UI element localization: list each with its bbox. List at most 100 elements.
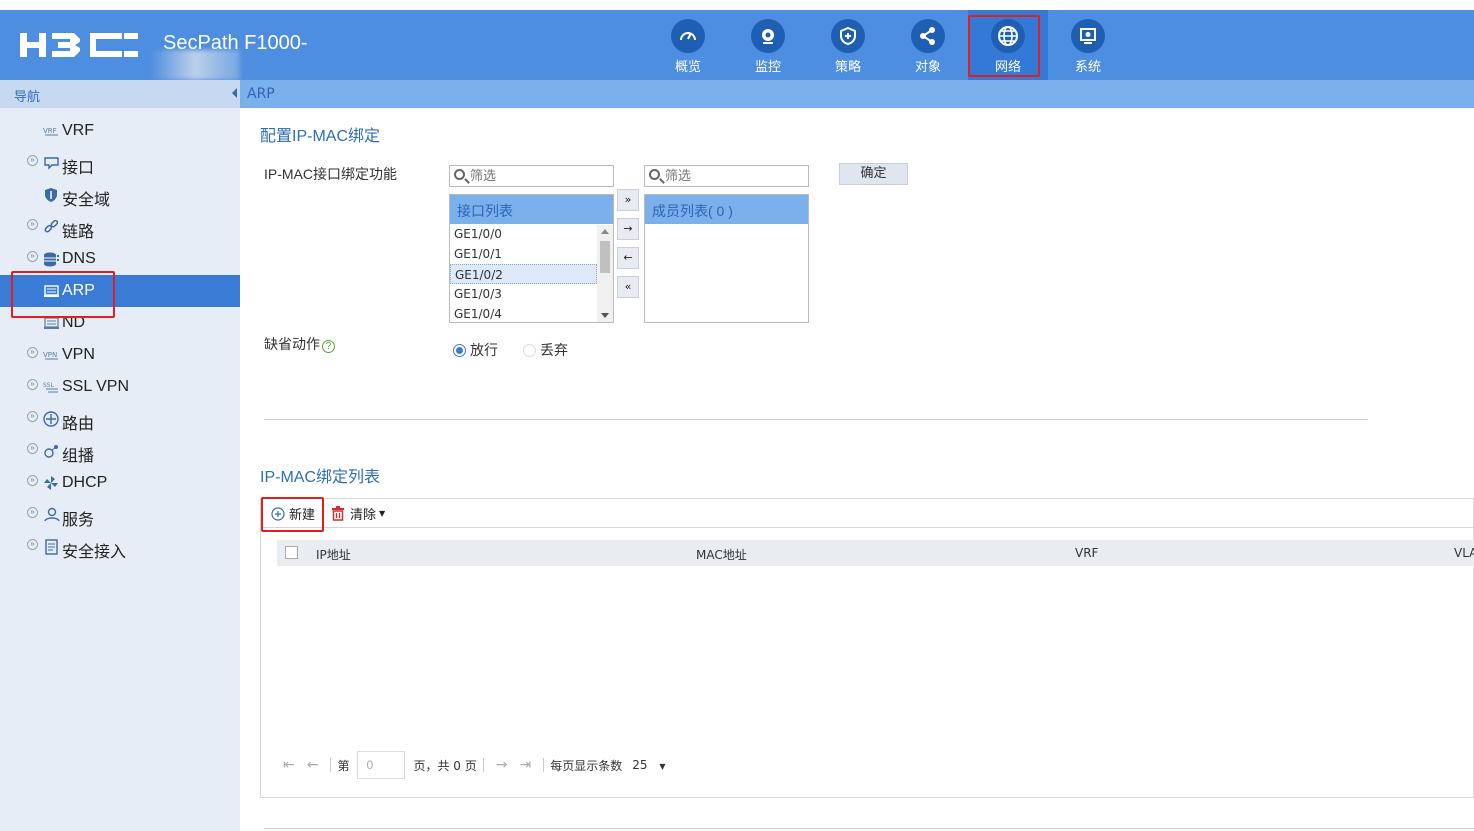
caret-down-icon: ▼ bbox=[379, 509, 386, 518]
listbox-scrollbar[interactable] bbox=[597, 225, 613, 322]
sidebar-item-dns[interactable]: » DNS bbox=[0, 243, 240, 275]
sidebar-item-label: 链路 bbox=[62, 224, 95, 241]
radio-drop[interactable]: 丢弃 bbox=[523, 340, 568, 360]
sidebar-item-vpn[interactable]: » VPN VPN bbox=[0, 339, 240, 371]
expand-icon[interactable]: » bbox=[27, 411, 38, 422]
dhcp-icon bbox=[44, 476, 58, 490]
share-icon bbox=[920, 27, 935, 45]
move-right-button[interactable]: → bbox=[617, 218, 639, 240]
page-number-input[interactable] bbox=[357, 751, 406, 779]
radio-permit[interactable]: 放行 bbox=[453, 340, 498, 360]
list-item[interactable]: GE1/0/0 bbox=[450, 224, 597, 244]
sidebar-item-label: 安全域 bbox=[62, 192, 111, 209]
per-page-select[interactable]: 25 ▼ bbox=[632, 758, 665, 772]
nav-monitor[interactable]: 监控 bbox=[728, 10, 808, 80]
page-suffix: 页，共 0 页 bbox=[413, 758, 477, 773]
sidebar-item-link[interactable]: » 链路 bbox=[0, 211, 240, 243]
sidebar-item-service[interactable]: » 服务 bbox=[0, 499, 240, 531]
main-content: 配置IP-MAC绑定 IP-MAC接口绑定功能 确定 接口列表 GE1/0/0 … bbox=[240, 108, 1474, 831]
expand-icon[interactable]: » bbox=[27, 475, 38, 486]
sidebar-item-dhcp[interactable]: » DHCP bbox=[0, 467, 240, 499]
move-all-right-button[interactable]: » bbox=[617, 189, 639, 211]
ok-button[interactable]: 确定 bbox=[839, 163, 908, 185]
scroll-down-icon[interactable] bbox=[601, 313, 609, 318]
redacted-area bbox=[150, 50, 240, 80]
sidebar-item-ssl-vpn[interactable]: » SSL SSL VPN bbox=[0, 371, 240, 403]
interface-filter-input[interactable] bbox=[470, 167, 610, 185]
nav-label: 对象 bbox=[914, 60, 941, 75]
svg-text:SSL: SSL bbox=[43, 382, 55, 389]
system-icon bbox=[1080, 28, 1096, 44]
radio-unchecked-icon[interactable] bbox=[523, 343, 536, 357]
expand-icon[interactable]: » bbox=[27, 155, 38, 166]
nav-system[interactable]: 系统 bbox=[1048, 10, 1128, 80]
select-all-checkbox[interactable] bbox=[285, 546, 298, 559]
nav-network[interactable]: 网络 bbox=[968, 10, 1048, 80]
expand-icon[interactable]: » bbox=[27, 507, 38, 518]
next-page-icon[interactable]: → bbox=[496, 757, 508, 773]
nav-overview[interactable]: 概览 bbox=[648, 10, 728, 80]
first-page-icon[interactable]: ⇤ bbox=[283, 757, 295, 773]
expand-icon[interactable]: » bbox=[27, 379, 38, 390]
binding-function-label: IP-MAC接口绑定功能 bbox=[264, 166, 397, 182]
sidebar-item-label: 路由 bbox=[62, 416, 95, 433]
sidebar-item-secure-access[interactable]: » 安全接入 bbox=[0, 531, 240, 563]
expand-icon[interactable]: » bbox=[27, 539, 38, 550]
radio-label: 丢弃 bbox=[540, 342, 568, 358]
member-list-header: 成员列表( 0 ) bbox=[645, 195, 808, 224]
nav-object[interactable]: 对象 bbox=[888, 10, 968, 80]
sidebar-item-multicast[interactable]: » 组播 bbox=[0, 435, 240, 467]
help-icon[interactable]: ? bbox=[322, 340, 335, 353]
secure-access-icon bbox=[45, 539, 58, 555]
new-button-label: 新建 bbox=[289, 508, 316, 523]
sidebar-item-label: DNS bbox=[62, 250, 96, 267]
radio-checked-icon[interactable] bbox=[453, 343, 466, 357]
list-item[interactable]: GE1/0/1 bbox=[450, 244, 597, 264]
list-item[interactable]: GE1/0/4 bbox=[450, 304, 597, 324]
sidebar-item-interface[interactable]: » 接口 bbox=[0, 147, 240, 179]
link-icon bbox=[44, 219, 59, 233]
routing-icon bbox=[43, 411, 59, 427]
scroll-up-icon[interactable] bbox=[601, 229, 609, 234]
vpn-icon: VPN bbox=[43, 351, 58, 360]
arp-icon bbox=[44, 285, 59, 297]
last-page-icon[interactable]: ⇥ bbox=[519, 757, 531, 773]
prev-page-icon[interactable]: ← bbox=[307, 757, 319, 773]
column-header-mac[interactable]: MAC地址 bbox=[696, 546, 747, 563]
multicast-icon bbox=[44, 445, 58, 458]
expand-icon[interactable]: » bbox=[27, 219, 38, 230]
interface-filter bbox=[449, 165, 614, 187]
sidebar-item-vrf[interactable]: VRF VRF bbox=[0, 115, 240, 147]
clear-button[interactable]: 清除 ▼ bbox=[331, 504, 385, 523]
sidebar-item-arp[interactable]: ARP bbox=[0, 275, 240, 307]
default-action-label: 缺省动作? bbox=[264, 334, 335, 354]
member-filter bbox=[644, 165, 809, 187]
list-item[interactable]: GE1/0/2 bbox=[450, 264, 597, 284]
move-left-button[interactable]: ← bbox=[617, 247, 639, 269]
sidebar-item-security-zone[interactable]: 安全域 bbox=[0, 179, 240, 211]
expand-icon[interactable]: » bbox=[27, 443, 38, 454]
interface-list-header: 接口列表 bbox=[450, 195, 613, 224]
expand-icon[interactable]: » bbox=[27, 251, 38, 262]
collapse-sidebar-icon[interactable] bbox=[232, 88, 237, 98]
column-header-ip[interactable]: IP地址 bbox=[316, 546, 351, 563]
sidebar-item-label: VRF bbox=[62, 122, 94, 139]
monitor-icon bbox=[762, 29, 774, 44]
new-button[interactable]: 新建 bbox=[271, 504, 315, 523]
pager-separator bbox=[543, 758, 545, 772]
trash-icon bbox=[332, 506, 344, 521]
column-header-vlan[interactable]: VLA bbox=[1454, 546, 1474, 560]
member-filter-input[interactable] bbox=[665, 167, 805, 185]
sidebar-item-routing[interactable]: » 路由 bbox=[0, 403, 240, 435]
svg-text:VPN: VPN bbox=[43, 351, 57, 359]
nav-policy[interactable]: 策略 bbox=[808, 10, 888, 80]
expand-icon[interactable]: » bbox=[27, 347, 38, 358]
sidebar-item-label: SSL VPN bbox=[62, 378, 129, 395]
move-all-left-button[interactable]: « bbox=[617, 276, 639, 298]
interface-icon bbox=[44, 157, 59, 170]
per-page-value: 25 bbox=[632, 758, 648, 772]
scroll-thumb[interactable] bbox=[600, 241, 610, 273]
column-header-vrf[interactable]: VRF bbox=[1075, 546, 1098, 560]
list-item[interactable]: GE1/0/3 bbox=[450, 284, 597, 304]
sidebar-item-nd[interactable]: ND bbox=[0, 307, 240, 339]
